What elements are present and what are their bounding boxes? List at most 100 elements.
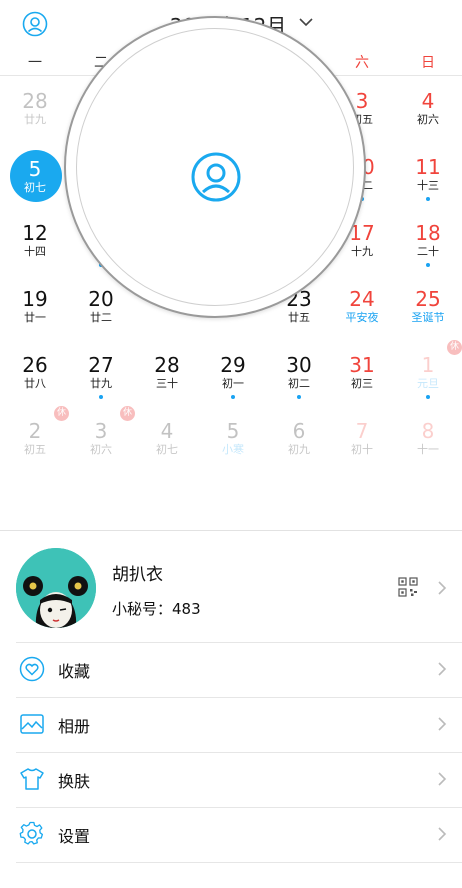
menu-item-skin[interactable]: 换肤	[0, 752, 462, 807]
calendar-day[interactable]: 27 廿九	[68, 342, 134, 408]
day-number: 27	[88, 353, 114, 377]
calendar-day-today[interactable]: 5 初七	[2, 144, 68, 210]
day-number: 5	[28, 157, 42, 181]
menu-item-label: 换肤	[58, 772, 91, 791]
lunar-label: 初六	[90, 443, 112, 456]
calendar-day[interactable]: 4 初六	[395, 78, 461, 144]
gear-icon	[19, 821, 44, 845]
lunar-label: 廿九	[90, 377, 112, 390]
day-number: 28	[154, 353, 180, 377]
day-number: 26	[22, 353, 48, 377]
lunar-label: 十三	[417, 179, 439, 192]
day-number: 12	[22, 221, 48, 245]
lunar-label: 二十	[417, 245, 439, 258]
calendar-day[interactable]: 26 廿八	[2, 342, 68, 408]
calendar-day[interactable]: 28 廿九	[2, 78, 68, 144]
profile-account-id: 小秘号：483	[112, 600, 201, 618]
calendar-day[interactable]: 28 三十	[134, 342, 200, 408]
day-number: 3	[94, 419, 108, 443]
menu-item-favorites[interactable]: 收藏	[0, 642, 462, 697]
calendar-day[interactable]: 3 初六 休	[68, 406, 135, 474]
menu-item-label: 收藏	[58, 662, 91, 681]
lunar-label: 初七	[156, 443, 178, 456]
calendar-day[interactable]: 1 元旦 休	[395, 340, 462, 408]
user-profile-icon[interactable]	[22, 11, 48, 37]
lunar-label: 三十	[156, 377, 178, 390]
holiday-badge: 休	[54, 406, 69, 421]
user-profile-icon	[191, 152, 241, 202]
lunar-label: 廿九	[24, 113, 46, 126]
lunar-label: 小寒	[222, 443, 244, 456]
calendar-day[interactable]: 24 平安夜	[329, 276, 395, 342]
weekday-label: 六	[355, 55, 369, 71]
event-dot	[426, 395, 430, 399]
day-number: 20	[88, 287, 114, 311]
lunar-label: 初一	[222, 377, 244, 390]
profile-name: 胡扒衣	[112, 565, 163, 585]
chevron-right-icon	[438, 772, 447, 786]
menu-item-album[interactable]: 相册	[0, 697, 462, 752]
calendar-day[interactable]: 31 初三	[329, 342, 395, 408]
lunar-label: 初十	[351, 443, 373, 456]
calendar-day[interactable]: 12 十四	[2, 210, 68, 276]
day-number: 29	[220, 353, 246, 377]
menu-item-label: 设置	[58, 827, 91, 846]
calendar-day[interactable]: 19 廿一	[2, 276, 68, 342]
weekday-label: 日	[421, 55, 435, 71]
holiday-badge: 休	[447, 340, 462, 355]
lunar-label: 十一	[417, 443, 439, 456]
lunar-label: 廿五	[288, 311, 310, 324]
day-number: 4	[160, 419, 174, 443]
tshirt-icon	[20, 768, 44, 790]
menu-item-label: 相册	[58, 717, 91, 736]
profile-card[interactable]: 胡扒衣 小秘号：483	[0, 532, 462, 642]
divider	[16, 642, 462, 643]
lunar-label: 初二	[288, 377, 310, 390]
day-number: 8	[421, 419, 435, 443]
event-dot	[426, 263, 430, 267]
calendar-day[interactable]: 2 初五 休	[2, 406, 69, 474]
event-dot	[426, 197, 430, 201]
calendar-day[interactable]: 8 十一	[395, 408, 461, 474]
album-icon	[20, 714, 44, 734]
chevron-down-icon[interactable]	[298, 16, 314, 28]
divider	[0, 530, 462, 531]
event-dot	[231, 395, 235, 399]
lunar-label: 元旦	[417, 377, 439, 390]
day-number: 2	[28, 419, 42, 443]
lunar-label: 初五	[24, 443, 46, 456]
event-dot	[99, 395, 103, 399]
day-number: 1	[421, 353, 435, 377]
day-number: 25	[415, 287, 441, 311]
day-number: 19	[22, 287, 48, 311]
divider	[16, 697, 462, 698]
calendar-day[interactable]: 7 初十	[329, 408, 395, 474]
calendar-day[interactable]: 29 初一	[200, 342, 266, 408]
heart-icon	[19, 656, 45, 682]
calendar-day[interactable]: 11 十三	[395, 144, 461, 210]
divider	[16, 807, 462, 808]
day-number: 6	[292, 419, 306, 443]
holiday-badge: 休	[120, 406, 135, 421]
calendar-day[interactable]: 30 初二	[266, 342, 332, 408]
calendar-day[interactable]: 4 初七	[134, 408, 200, 474]
lunar-label: 十四	[24, 245, 46, 258]
lunar-label: 平安夜	[345, 311, 379, 324]
lunar-label: 初三	[351, 377, 373, 390]
lunar-label: 廿八	[24, 377, 46, 390]
calendar-day[interactable]: 5 小寒	[200, 408, 266, 474]
day-number: 31	[349, 353, 375, 377]
day-number: 28	[22, 89, 48, 113]
day-number: 5	[226, 419, 240, 443]
day-number: 11	[415, 155, 441, 179]
magnifier-overlay	[64, 16, 366, 318]
calendar-day[interactable]: 25 圣诞节	[395, 276, 461, 342]
chevron-right-icon	[438, 827, 447, 841]
lunar-label: 廿二	[90, 311, 112, 324]
menu-item-settings[interactable]: 设置	[0, 807, 462, 862]
avatar[interactable]	[16, 548, 96, 628]
qr-code-icon[interactable]	[398, 577, 418, 597]
calendar-day[interactable]: 18 二十	[395, 210, 461, 276]
calendar-day[interactable]: 6 初九	[266, 408, 332, 474]
chevron-right-icon	[438, 581, 447, 595]
